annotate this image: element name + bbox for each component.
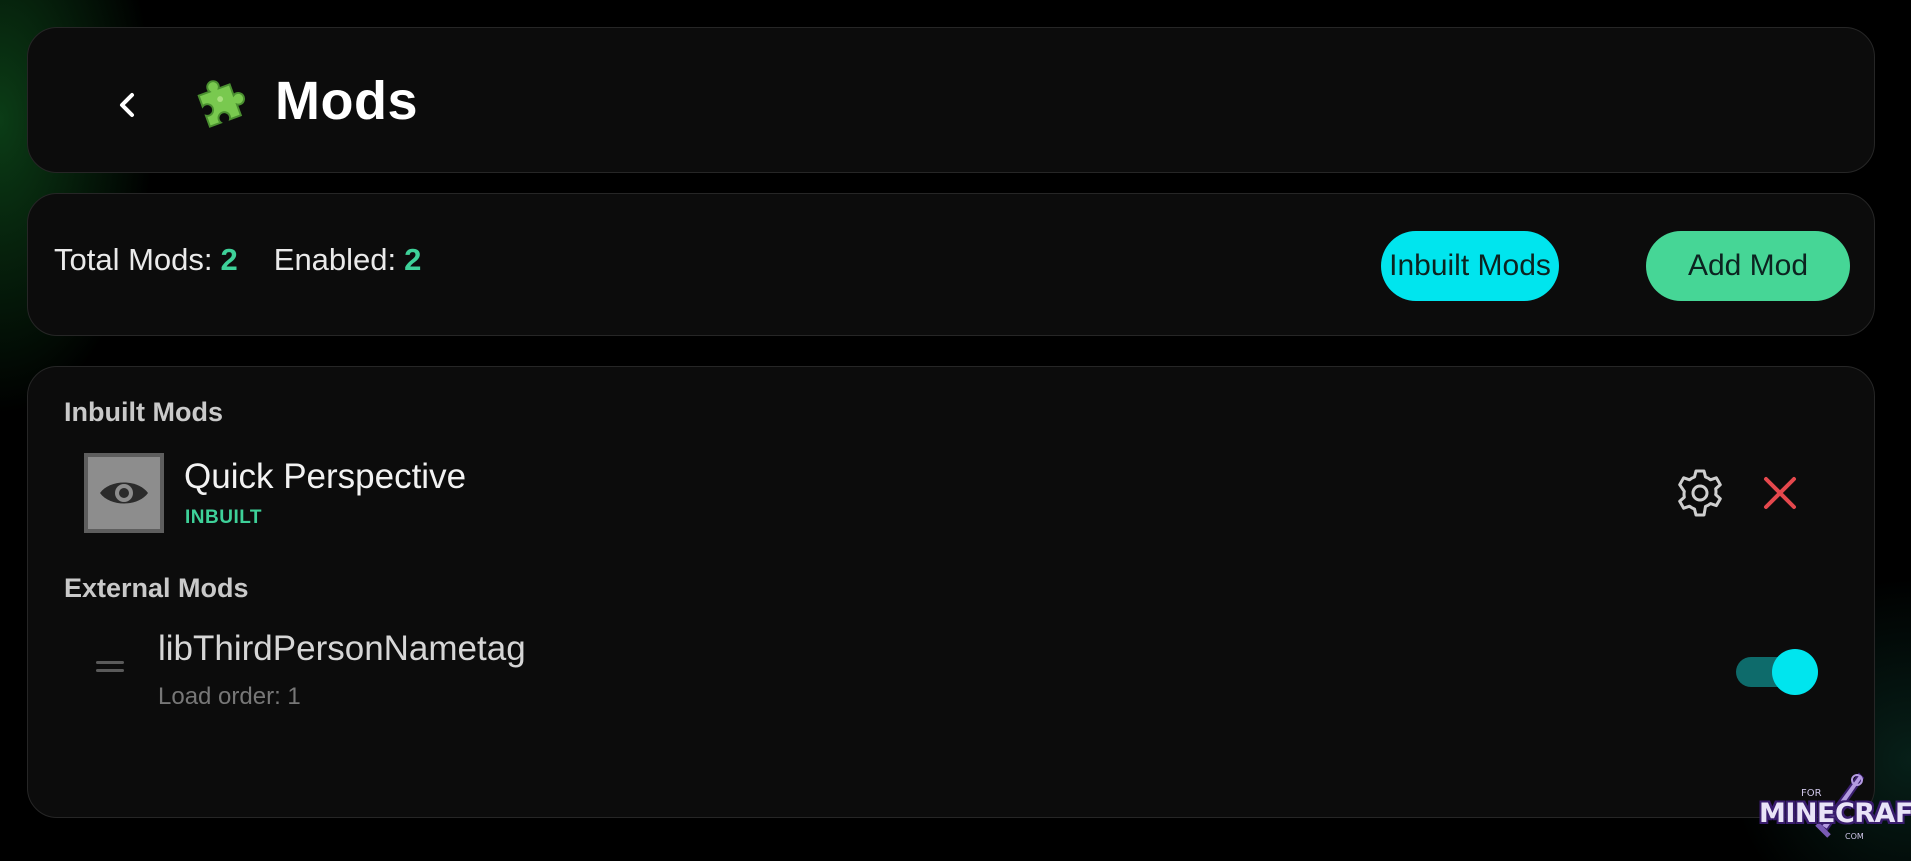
external-mod-name: libThirdPersonNametag bbox=[158, 629, 526, 668]
eye-icon bbox=[100, 482, 148, 504]
mod-thumbnail bbox=[84, 453, 164, 533]
external-mods-heading: External Mods bbox=[64, 573, 249, 603]
close-icon[interactable] bbox=[1758, 471, 1802, 515]
page-title: Mods bbox=[275, 71, 418, 131]
total-mods-stat: Total Mods: 2 bbox=[54, 242, 238, 278]
header-panel: Mods bbox=[27, 27, 1875, 173]
add-mod-button[interactable]: Add Mod bbox=[1646, 231, 1850, 301]
total-mods-label: Total Mods: bbox=[54, 242, 213, 277]
inbuilt-mods-heading: Inbuilt Mods bbox=[64, 397, 223, 427]
mods-screen: Mods Total Mods: 2 Enabled: 2 Inbuilt Mods… bbox=[0, 0, 1911, 861]
inbuilt-mods-button[interactable]: Inbuilt Mods bbox=[1381, 231, 1559, 301]
back-button[interactable] bbox=[98, 75, 158, 135]
watermark-bottom: COM bbox=[1845, 832, 1864, 841]
watermark-logo: FOR MINECRAFT COM bbox=[1755, 770, 1911, 848]
gear-icon[interactable] bbox=[1672, 465, 1728, 521]
inbuilt-badge: INBUILT bbox=[185, 507, 263, 528]
title-wrap: Mods bbox=[193, 66, 418, 136]
puzzle-icon bbox=[197, 80, 245, 128]
load-order-label: Load order: 1 bbox=[158, 683, 301, 710]
enabled-mods-label: Enabled: bbox=[273, 242, 397, 277]
enabled-mods-stat: Enabled: 2 bbox=[274, 242, 422, 278]
chevron-left-icon bbox=[120, 93, 134, 117]
watermark-brand: MINECRAFT bbox=[1759, 798, 1911, 829]
inbuilt-mod-name: Quick Perspective bbox=[184, 457, 467, 496]
toggle-knob bbox=[1772, 649, 1818, 695]
drag-handle-icon[interactable] bbox=[96, 661, 124, 677]
mods-list-panel: Inbuilt Mods Quick Perspective INBUILT E… bbox=[27, 366, 1875, 818]
stats-panel: Total Mods: 2 Enabled: 2 Inbuilt Mods Add … bbox=[27, 193, 1875, 336]
mod-enabled-toggle[interactable] bbox=[1736, 647, 1820, 697]
stats-summary: Total Mods: 2 Enabled: 2 bbox=[54, 242, 421, 278]
total-mods-count: 2 bbox=[220, 242, 238, 277]
enabled-mods-count: 2 bbox=[404, 242, 422, 277]
